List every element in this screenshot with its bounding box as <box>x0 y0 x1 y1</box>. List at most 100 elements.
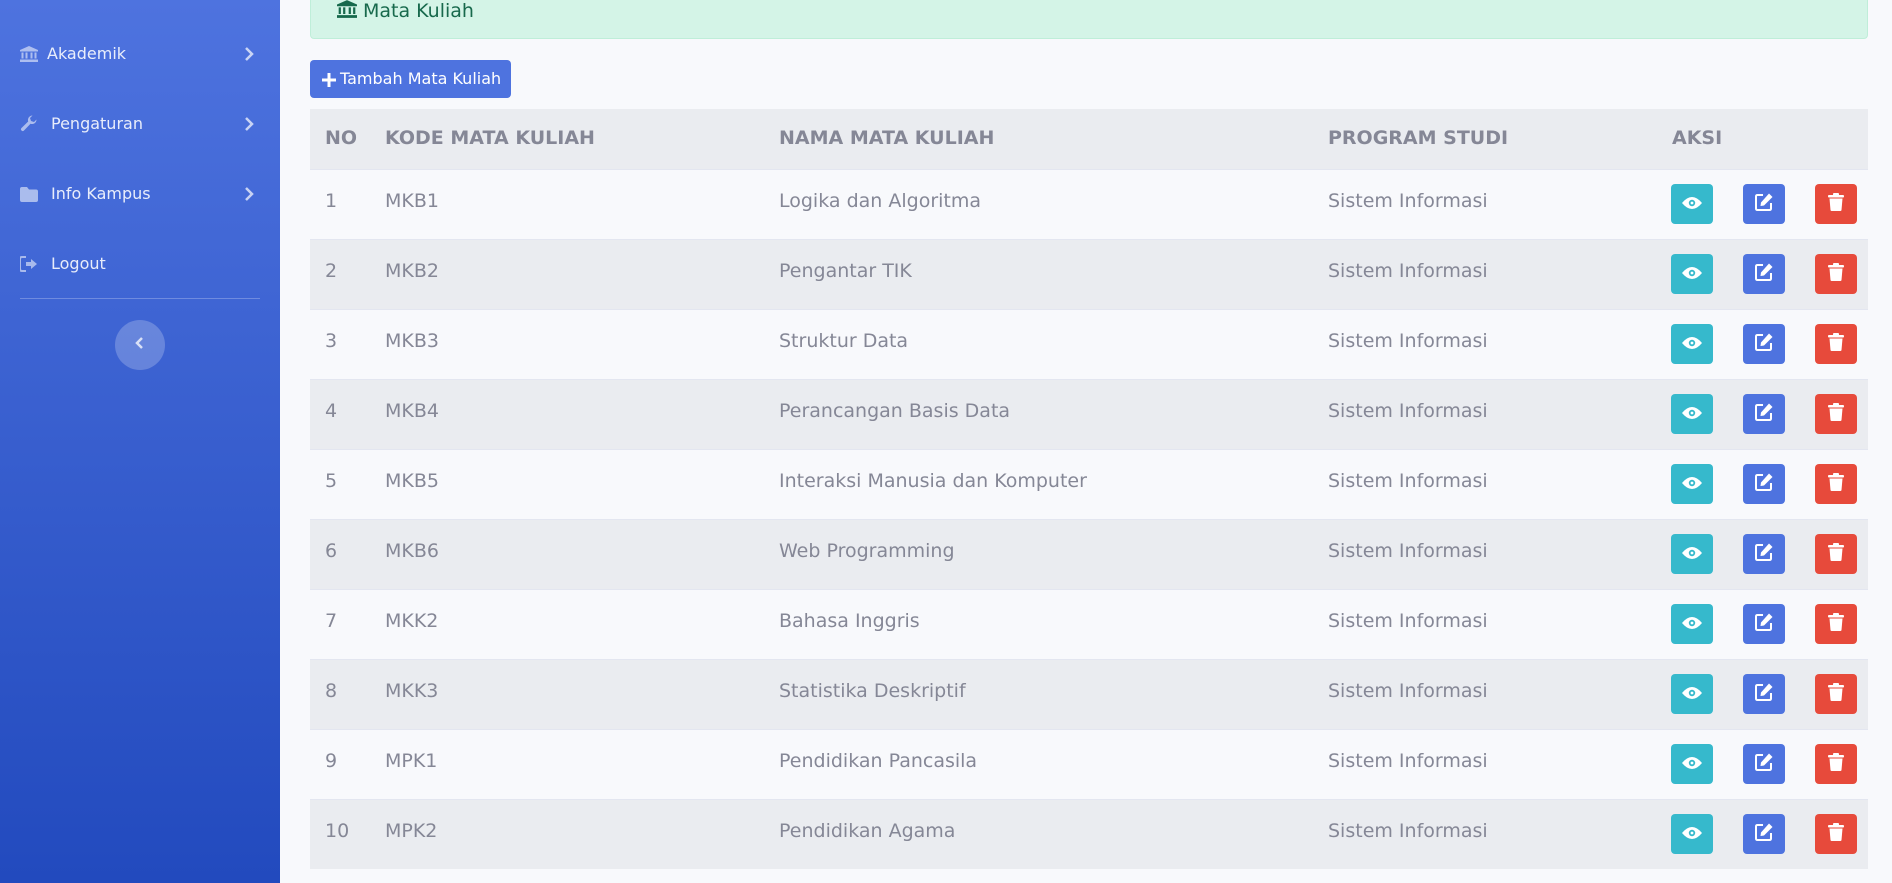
trash-icon <box>1828 262 1844 286</box>
cell-no: 9 <box>325 750 338 772</box>
view-button[interactable] <box>1671 324 1713 364</box>
cell-kode: MKK3 <box>385 680 439 702</box>
delete-button[interactable] <box>1815 814 1857 854</box>
trash-icon <box>1828 752 1844 776</box>
cell-no: 2 <box>325 260 338 282</box>
edit-button[interactable] <box>1743 604 1785 644</box>
delete-button[interactable] <box>1815 534 1857 574</box>
trash-icon <box>1828 332 1844 356</box>
edit-button[interactable] <box>1743 184 1785 224</box>
cell-no: 4 <box>325 400 338 422</box>
view-button[interactable] <box>1671 254 1713 294</box>
sign-out-icon <box>20 255 38 273</box>
cell-prodi: Sistem Informasi <box>1328 470 1488 492</box>
table-row: 6 MKB6 Web Programming Sistem Informasi <box>310 519 1868 589</box>
page-title: Mata Kuliah <box>363 0 474 22</box>
edit-button[interactable] <box>1743 744 1785 784</box>
sidebar-item-akademik[interactable]: Akademik <box>0 39 280 69</box>
sidebar-item-label: Pengaturan <box>51 114 143 133</box>
delete-button[interactable] <box>1815 324 1857 364</box>
delete-button[interactable] <box>1815 674 1857 714</box>
edit-button[interactable] <box>1743 814 1785 854</box>
eye-icon <box>1682 473 1702 495</box>
delete-button[interactable] <box>1815 744 1857 784</box>
sidebar-item-label: Info Kampus <box>51 184 151 203</box>
cell-nama: Bahasa Inggris <box>779 610 920 632</box>
cell-no: 5 <box>325 470 338 492</box>
delete-button[interactable] <box>1815 604 1857 644</box>
chevron-right-icon <box>243 46 255 62</box>
page-heading-alert: Mata Kuliah <box>310 0 1868 39</box>
edit-icon <box>1755 543 1773 566</box>
cell-nama: Statistika Deskriptif <box>779 680 966 702</box>
view-button[interactable] <box>1671 534 1713 574</box>
delete-button[interactable] <box>1815 394 1857 434</box>
wrench-icon <box>20 115 38 133</box>
eye-icon <box>1682 613 1702 635</box>
cell-kode: MKB6 <box>385 540 439 562</box>
edit-icon <box>1755 193 1773 216</box>
cell-no: 3 <box>325 330 338 352</box>
cell-nama: Logika dan Algoritma <box>779 190 982 212</box>
view-button[interactable] <box>1671 464 1713 504</box>
table-row: 10 MPK2 Pendidikan Agama Sistem Informas… <box>310 799 1868 869</box>
edit-button[interactable] <box>1743 324 1785 364</box>
sidebar-item-pengaturan[interactable]: Pengaturan <box>0 109 280 139</box>
sidebar-item-info-kampus[interactable]: Info Kampus <box>0 179 280 209</box>
eye-icon <box>1682 333 1702 355</box>
table-row: 2 MKB2 Pengantar TIK Sistem Informasi <box>310 239 1868 309</box>
trash-icon <box>1828 682 1844 706</box>
delete-button[interactable] <box>1815 184 1857 224</box>
view-button[interactable] <box>1671 674 1713 714</box>
table-row: 9 MPK1 Pendidikan Pancasila Sistem Infor… <box>310 729 1868 799</box>
eye-icon <box>1682 543 1702 565</box>
cell-no: 1 <box>325 190 338 212</box>
cell-kode: MKB3 <box>385 330 439 352</box>
eye-icon <box>1682 753 1702 775</box>
cell-kode: MKK2 <box>385 610 439 632</box>
edit-button[interactable] <box>1743 534 1785 574</box>
cell-prodi: Sistem Informasi <box>1328 400 1488 422</box>
edit-icon <box>1755 613 1773 636</box>
header-aksi: AKSI <box>1672 127 1723 149</box>
cell-prodi: Sistem Informasi <box>1328 540 1488 562</box>
view-button[interactable] <box>1671 184 1713 224</box>
table-row: 7 MKK2 Bahasa Inggris Sistem Informasi <box>310 589 1868 659</box>
cell-kode: MKB2 <box>385 260 439 282</box>
cell-kode: MKB1 <box>385 190 439 212</box>
sidebar-item-label: Logout <box>51 254 106 273</box>
cell-prodi: Sistem Informasi <box>1328 330 1488 352</box>
university-icon <box>20 45 38 63</box>
delete-button[interactable] <box>1815 464 1857 504</box>
edit-button[interactable] <box>1743 254 1785 294</box>
header-kode: KODE MATA KULIAH <box>385 127 595 149</box>
cell-prodi: Sistem Informasi <box>1328 680 1488 702</box>
cell-prodi: Sistem Informasi <box>1328 260 1488 282</box>
sidebar: Akademik Pengaturan Info Kampus Logout <box>0 0 280 883</box>
table-row: 4 MKB4 Perancangan Basis Data Sistem Inf… <box>310 379 1868 449</box>
trash-icon <box>1828 402 1844 426</box>
view-button[interactable] <box>1671 744 1713 784</box>
view-button[interactable] <box>1671 604 1713 644</box>
sidebar-item-label: Akademik <box>47 44 127 63</box>
edit-button[interactable] <box>1743 464 1785 504</box>
edit-button[interactable] <box>1743 674 1785 714</box>
add-mata-kuliah-button[interactable]: Tambah Mata Kuliah <box>310 60 511 98</box>
cell-kode: MKB5 <box>385 470 439 492</box>
view-button[interactable] <box>1671 394 1713 434</box>
cell-prodi: Sistem Informasi <box>1328 820 1488 842</box>
cell-kode: MPK1 <box>385 750 438 772</box>
view-button[interactable] <box>1671 814 1713 854</box>
chevron-right-icon <box>243 186 255 202</box>
cell-prodi: Sistem Informasi <box>1328 750 1488 772</box>
cell-no: 6 <box>325 540 338 562</box>
edit-button[interactable] <box>1743 394 1785 434</box>
eye-icon <box>1682 403 1702 425</box>
table-row: 3 MKB3 Struktur Data Sistem Informasi <box>310 309 1868 379</box>
edit-icon <box>1755 473 1773 496</box>
sidebar-item-logout[interactable]: Logout <box>0 249 280 279</box>
sidebar-toggle-button[interactable] <box>115 320 165 370</box>
cell-nama: Web Programming <box>779 540 955 562</box>
edit-icon <box>1755 403 1773 426</box>
delete-button[interactable] <box>1815 254 1857 294</box>
